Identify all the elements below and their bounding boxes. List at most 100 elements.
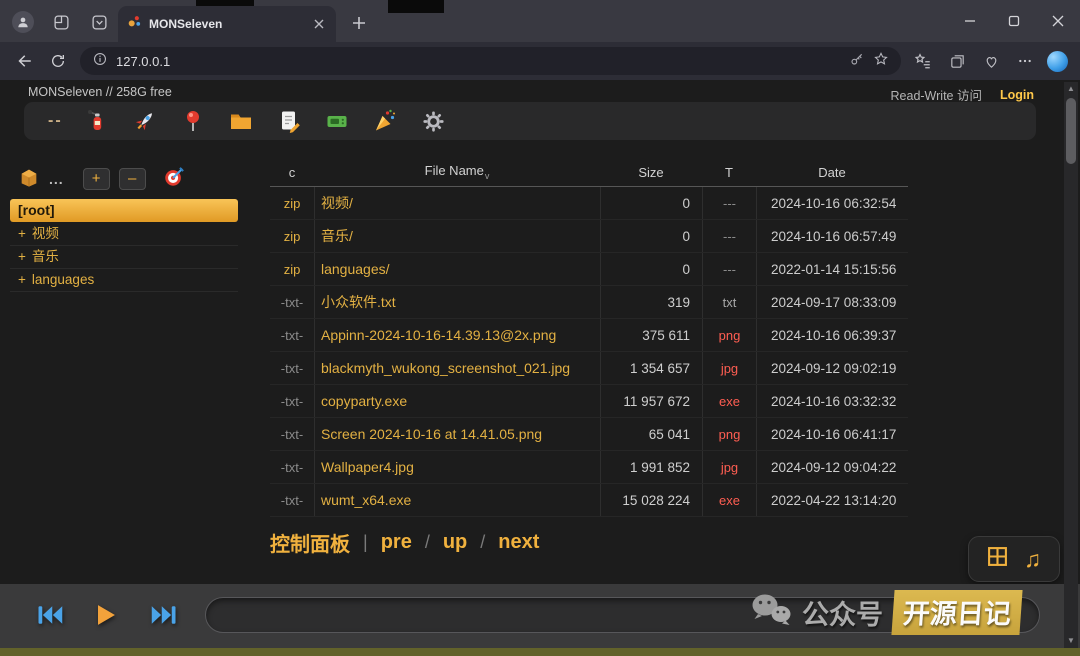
rocket-icon[interactable] — [132, 108, 159, 135]
pre-link[interactable]: pre — [381, 531, 412, 554]
zip-link[interactable]: zip — [270, 187, 314, 219]
play-button[interactable] — [88, 598, 122, 632]
next-link[interactable]: next — [498, 531, 539, 554]
file-date: 2024-09-12 09:04:22 — [756, 451, 908, 483]
memo-icon[interactable] — [276, 108, 303, 135]
login-link[interactable]: Login — [1000, 88, 1034, 102]
footer-slash: / — [425, 532, 430, 553]
file-link[interactable]: 小众软件.txt — [314, 286, 600, 318]
party-icon[interactable] — [372, 108, 399, 135]
file-type: exe — [702, 484, 756, 516]
scroll-up-icon[interactable]: ▲ — [1067, 84, 1075, 94]
password-key-icon[interactable] — [849, 51, 865, 72]
zip-link[interactable]: zip — [270, 220, 314, 252]
file-link[interactable]: Wallpaper4.jpg — [314, 451, 600, 483]
new-tab-button[interactable] — [348, 12, 370, 34]
file-link[interactable]: 音乐/ — [314, 220, 600, 252]
file-type: jpg — [702, 352, 756, 384]
maximize-button[interactable] — [992, 0, 1036, 42]
tree-item-music[interactable]: +音乐 — [10, 246, 238, 269]
tree-expand-button[interactable]: + — [83, 168, 110, 190]
file-type: --- — [702, 253, 756, 285]
workspaces-icon[interactable] — [50, 11, 72, 33]
more-menu-icon[interactable] — [1013, 49, 1037, 73]
dartboard-icon[interactable] — [163, 166, 185, 193]
gear-icon[interactable] — [420, 108, 447, 135]
file-size: 1 991 852 — [600, 451, 702, 483]
col-header-size[interactable]: Size — [600, 165, 702, 180]
close-window-button[interactable] — [1036, 0, 1080, 42]
page-scrollbar[interactable]: ▲ ▼ — [1064, 82, 1078, 648]
back-icon[interactable] — [12, 49, 36, 73]
file-date: 2024-10-16 06:32:54 — [756, 187, 908, 219]
tree-root-selected[interactable]: [root] — [10, 199, 238, 222]
file-date: 2024-10-16 06:57:49 — [756, 220, 908, 252]
zip-link[interactable]: zip — [270, 253, 314, 285]
tab-list-icon[interactable] — [88, 11, 110, 33]
tree-item-languages[interactable]: +languages — [10, 269, 238, 292]
file-link[interactable]: wumt_x64.exe — [314, 484, 600, 516]
file-link[interactable]: Screen 2024-10-16 at 14.41.05.png — [314, 418, 600, 450]
file-size: 1 354 657 — [600, 352, 702, 384]
collapse-dashes-button[interactable]: -- — [48, 108, 63, 135]
col-header-date[interactable]: Date — [756, 165, 908, 180]
previous-track-button[interactable] — [34, 598, 68, 632]
pin-icon[interactable] — [180, 108, 207, 135]
favorites-bar-icon[interactable] — [911, 49, 935, 73]
folder-icon[interactable] — [228, 108, 255, 135]
tree-dots-button[interactable]: ... — [49, 171, 64, 187]
file-link[interactable]: copyparty.exe — [314, 385, 600, 417]
refresh-icon[interactable] — [46, 49, 70, 73]
address-bar[interactable]: 127.0.0.1 — [80, 47, 901, 75]
grid-view-icon[interactable] — [987, 546, 1008, 572]
titlebar: MONSeleven — [0, 0, 1080, 42]
screenshot-artifact — [388, 0, 444, 13]
footer-slash: / — [480, 532, 485, 553]
sort-indicator-icon: v — [485, 171, 490, 181]
collections-icon[interactable] — [945, 49, 969, 73]
scroll-down-icon[interactable]: ▼ — [1067, 636, 1075, 646]
file-date: 2024-10-16 06:39:37 — [756, 319, 908, 351]
file-link[interactable]: blackmyth_wukong_screenshot_021.jpg — [314, 352, 600, 384]
file-date: 2022-04-22 13:14:20 — [756, 484, 908, 516]
scrollbar-thumb[interactable] — [1066, 98, 1076, 164]
pager-icon[interactable] — [324, 108, 351, 135]
file-size: 15 028 224 — [600, 484, 702, 516]
control-panel-link[interactable]: 控制面板 — [270, 528, 350, 557]
file-link[interactable]: languages/ — [314, 253, 600, 285]
music-note-icon[interactable]: ♫ — [1024, 546, 1041, 573]
table-row: -txt- wumt_x64.exe 15 028 224 exe 2022-0… — [270, 484, 908, 517]
copilot-icon[interactable] — [1047, 51, 1068, 72]
up-link[interactable]: up — [443, 531, 467, 554]
profile-avatar[interactable] — [12, 11, 34, 33]
file-link[interactable]: Appinn-2024-10-16-14.39.13@2x.png — [314, 319, 600, 351]
col-header-type[interactable]: T — [702, 165, 756, 180]
box-icon[interactable] — [18, 166, 40, 193]
favorite-star-icon[interactable] — [873, 51, 889, 72]
table-row: zip 视频/ 0 --- 2024-10-16 06:32:54 — [270, 187, 908, 220]
zip-link: -txt- — [270, 451, 314, 483]
file-size: 319 — [600, 286, 702, 318]
file-date: 2024-09-17 08:33:09 — [756, 286, 908, 318]
watermark-name: 开源日记 — [891, 590, 1022, 635]
table-row: -txt- Appinn-2024-10-16-14.39.13@2x.png … — [270, 319, 908, 352]
tab-close-icon[interactable] — [310, 16, 327, 33]
tab-favicon-icon — [127, 14, 142, 34]
site-info-icon[interactable] — [92, 51, 108, 72]
file-table-header: c File Namev Size T Date — [270, 158, 908, 187]
navigation-bar: 127.0.0.1 — [0, 42, 1080, 80]
tree-item-videos[interactable]: +视频 — [10, 223, 238, 246]
browser-tab[interactable]: MONSeleven — [118, 6, 336, 42]
next-track-button[interactable] — [146, 598, 180, 632]
file-size: 65 041 — [600, 418, 702, 450]
folder-tree: +视频 +音乐 +languages — [10, 223, 238, 292]
minimize-button[interactable] — [948, 0, 992, 42]
extinguisher-icon[interactable] — [84, 108, 111, 135]
zip-link: -txt- — [270, 319, 314, 351]
file-link[interactable]: 视频/ — [314, 187, 600, 219]
col-header-c[interactable]: c — [270, 165, 314, 180]
tree-collapse-button[interactable]: – — [119, 168, 146, 190]
browser-essentials-icon[interactable] — [979, 49, 1003, 73]
col-header-name[interactable]: File Namev — [314, 163, 600, 181]
file-date: 2024-10-16 03:32:32 — [756, 385, 908, 417]
